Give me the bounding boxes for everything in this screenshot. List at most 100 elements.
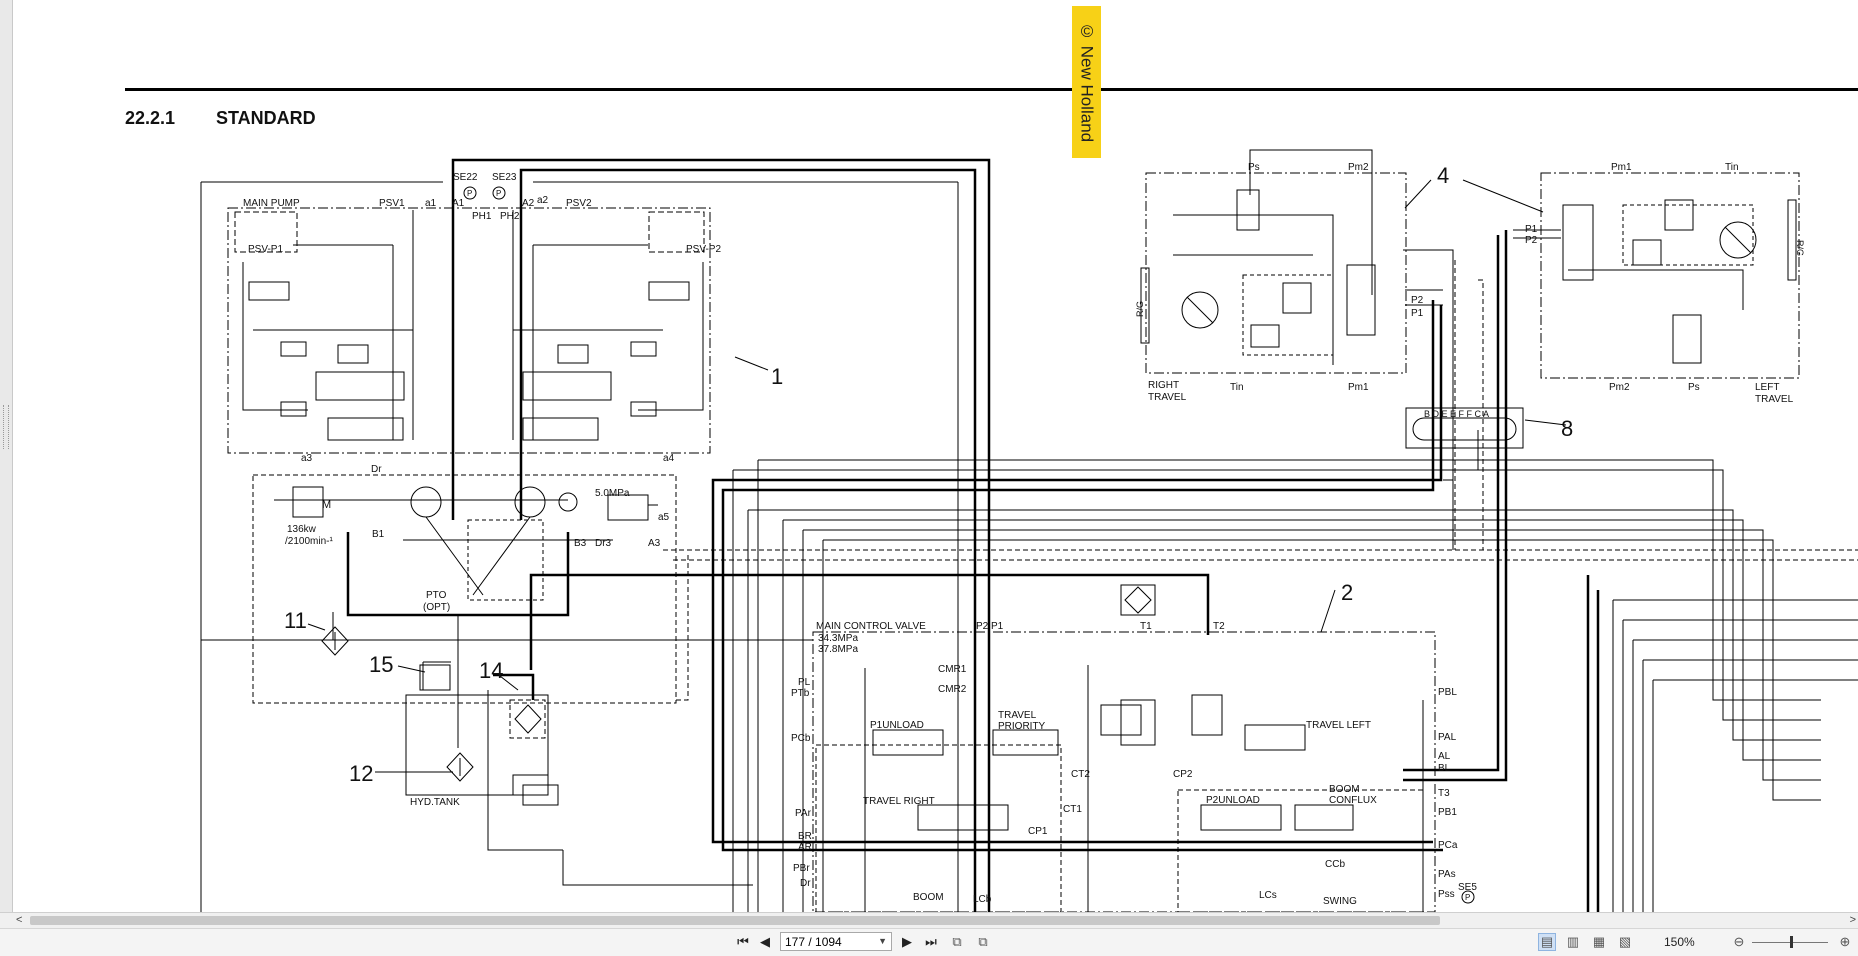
label-pss: Pss	[1438, 889, 1455, 900]
label-ptb: PTb	[791, 688, 810, 699]
horizontal-scrollbar[interactable]: < >	[0, 912, 1858, 929]
label-psv1: PSV1	[379, 198, 405, 209]
label-lcs: LCs	[1259, 890, 1277, 901]
callout-8: 8	[1561, 416, 1573, 441]
label-b1: B1	[372, 529, 385, 540]
zoom-out-icon[interactable]: ⊖	[1730, 933, 1748, 951]
label-par: PAr	[795, 808, 812, 819]
label-A3: A3	[648, 538, 661, 549]
label-lt-p2: P2	[1525, 235, 1538, 246]
label-se23: SE23	[492, 172, 517, 183]
label-lt-rg: R/G	[1795, 240, 1805, 256]
label-motor: M	[322, 499, 331, 511]
label-rt-rg: R/G	[1135, 301, 1145, 317]
label-mcv-t2: T2	[1213, 621, 1225, 632]
label-left-travel-2: TRAVEL	[1755, 394, 1794, 405]
label-lt-p1: P1	[1525, 224, 1538, 235]
label-t3: T3	[1438, 788, 1450, 799]
zoom-in-icon[interactable]: ⊕	[1836, 933, 1854, 951]
continuous-view-icon[interactable]: ▥	[1564, 933, 1582, 951]
label-rt-pm1: Pm1	[1348, 382, 1369, 393]
label-pas: PAs	[1438, 869, 1456, 880]
label-pl: PL	[798, 677, 811, 688]
callout-2: 2	[1341, 580, 1353, 605]
label-al: AL	[1438, 751, 1451, 762]
label-ph2: PH2	[500, 211, 520, 222]
prev-page-icon[interactable]: ◀	[756, 932, 774, 952]
document-page: 22.2.1 STANDARD 1 2 4 8 11 12 14 15 MAIN…	[13, 0, 1858, 912]
single-page-view-icon[interactable]: ▤	[1538, 933, 1556, 951]
label-ccb: CCb	[1325, 859, 1345, 870]
label-a4: a4	[663, 453, 675, 464]
page-number-value: 177 / 1094	[785, 934, 842, 949]
label-mcv-mpa1: 34.3MPa	[818, 633, 858, 644]
label-boom-conflux-1: BOOM	[1329, 784, 1360, 795]
label-main-pump: MAIN PUMP	[243, 198, 300, 209]
copy-page-icon[interactable]: ⧉	[948, 933, 966, 951]
label-left-travel-1: LEFT	[1755, 382, 1779, 393]
label-ct2: CT2	[1071, 769, 1090, 780]
label-A2: A2	[522, 198, 535, 209]
label-psv-p1: PSV-P1	[248, 244, 283, 255]
label-rt-p1: P1	[1411, 308, 1424, 319]
zoom-slider-thumb[interactable]	[1790, 936, 1793, 948]
scroll-left-icon[interactable]: <	[16, 914, 22, 926]
label-pto: PTO	[426, 590, 447, 601]
copyright-watermark: © New Holland	[1072, 6, 1101, 158]
label-se5: SE5	[1458, 882, 1477, 893]
callout-1: 1	[771, 364, 783, 389]
label-se22: SE22	[453, 172, 478, 183]
label-speed: /2100min-¹	[285, 536, 333, 547]
hydraulic-schematic: 1 2 4 8 11 12 14 15 MAIN PUMP PSV1 PSV2 …	[200, 149, 1858, 912]
facing-view-icon[interactable]: ▦	[1590, 933, 1608, 951]
label-ct1: CT1	[1063, 804, 1082, 815]
label-mcv-t1: T1	[1140, 621, 1152, 632]
label-pbr: PBr	[793, 863, 810, 874]
label-lcb: LCb	[973, 894, 992, 905]
label-a2: a2	[537, 195, 549, 206]
next-page-icon[interactable]: ▶	[898, 932, 916, 952]
callout-14: 14	[479, 658, 503, 683]
label-a3: a3	[301, 453, 313, 464]
label-right-travel-2: TRAVEL	[1148, 392, 1187, 403]
label-p1unload: P1UNLOAD	[870, 720, 924, 731]
label-travel-priority-2: PRIORITY	[998, 721, 1046, 732]
label-lt-pm1: Pm1	[1611, 162, 1632, 173]
panel-grip-icon[interactable]	[3, 405, 9, 449]
scroll-thumb[interactable]	[30, 916, 1440, 925]
page-number-field[interactable]: 177 / 1094 ▼	[780, 932, 892, 951]
label-rt-p2: P2	[1411, 295, 1424, 306]
facing-continuous-view-icon[interactable]: ▧	[1616, 933, 1634, 951]
label-boom-conflux-2: CONFLUX	[1329, 795, 1377, 806]
page-dropdown-icon[interactable]: ▼	[878, 936, 887, 946]
sensor-se22-p: P	[467, 189, 472, 198]
label-pbl: PBL	[1438, 687, 1457, 698]
label-swing: SWING	[1323, 896, 1357, 907]
label-pto-opt: (OPT)	[423, 602, 450, 613]
label-dr: Dr	[371, 464, 382, 475]
first-page-icon[interactable]: ⏮	[734, 932, 752, 952]
left-panel-gutter[interactable]	[0, 0, 13, 912]
scroll-right-icon[interactable]: >	[1850, 914, 1856, 926]
sensor-se5-p: P	[1465, 893, 1470, 902]
last-page-icon[interactable]: ⏭	[922, 932, 940, 952]
label-boom: BOOM	[913, 892, 944, 903]
label-ph1: PH1	[472, 211, 492, 222]
zoom-level[interactable]: 150%	[1664, 935, 1695, 949]
callout-4: 4	[1437, 163, 1449, 188]
label-cp1: CP1	[1028, 826, 1048, 837]
viewer-status-bar: ⏮ ◀ 177 / 1094 ▼ ▶ ⏭ ⧉ ⧉ ▤ ▥ ▦ ▧ 150% ⊖ ⊕	[0, 928, 1858, 956]
label-psv2: PSV2	[566, 198, 592, 209]
label-pb1: PB1	[1438, 807, 1457, 818]
callout-12: 12	[349, 761, 373, 786]
label-power: 136kw	[287, 524, 317, 535]
label-dr3: Dr3	[595, 538, 612, 549]
label-mcv-p2p1: P2 P1	[976, 621, 1004, 632]
label-pcb: PCb	[791, 733, 811, 744]
label-pal: PAL	[1438, 732, 1457, 743]
label-rt-tin: Tin	[1230, 382, 1244, 393]
label-travel-left: TRAVEL LEFT	[1306, 720, 1371, 731]
paste-page-icon[interactable]: ⧉	[974, 933, 992, 951]
label-cmr1: CMR1	[938, 664, 967, 675]
label-pca: PCa	[1438, 840, 1458, 851]
